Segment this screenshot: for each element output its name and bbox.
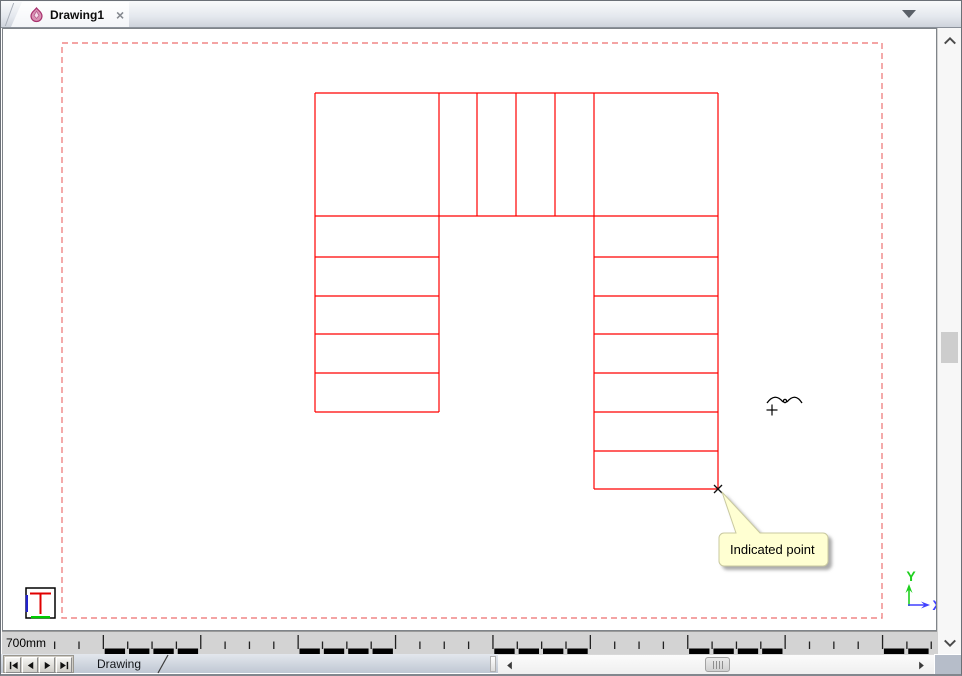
sheet-nav-next-button[interactable] <box>39 657 55 673</box>
x-axis-label: X <box>932 597 936 613</box>
tooltip-text: Indicated point <box>730 542 815 557</box>
scroll-up-icon[interactable] <box>941 33 959 47</box>
sheet-tab-label: Drawing <box>97 657 141 671</box>
sheet-nav-prev-button[interactable] <box>22 657 38 673</box>
y-axis-label: Y <box>906 568 916 584</box>
tab-drawing1[interactable]: Drawing1 × <box>11 2 129 27</box>
document-icon <box>29 7 44 23</box>
cursor-crosshair <box>767 397 803 415</box>
tab-strip-divider <box>5 3 14 26</box>
sheet-tab-drawing[interactable]: Drawing <box>71 654 167 674</box>
origin-symbol <box>26 588 55 618</box>
sheet-nav-group <box>3 655 74 673</box>
drawing-canvas[interactable]: Indicated point Y X <box>2 28 937 631</box>
tab-label: Drawing1 <box>50 8 104 22</box>
vertical-scrollbar[interactable] <box>937 28 961 654</box>
axis-indicator: Y X <box>906 568 937 613</box>
horizontal-scrollbar[interactable] <box>498 654 934 674</box>
tab-list-dropdown-icon[interactable] <box>902 10 916 18</box>
scale-ruler: 700mm <box>2 631 937 654</box>
close-tab-icon[interactable]: × <box>116 9 124 21</box>
tab-scroll-splitter[interactable] <box>490 656 496 672</box>
sheet-tab-slant <box>157 654 169 674</box>
ruler-ticks <box>2 632 937 654</box>
scroll-down-icon[interactable] <box>941 636 959 650</box>
hscroll-left-icon[interactable] <box>502 658 516 672</box>
horizontal-scrollbar-thumb[interactable] <box>705 657 730 672</box>
app-window: Drawing1 × Indicated poi <box>0 0 962 676</box>
document-tabbar: Drawing1 × <box>1 1 961 28</box>
point-tooltip: Indicated point <box>719 492 828 566</box>
hscroll-right-icon[interactable] <box>914 658 928 672</box>
vertical-scrollbar-thumb[interactable] <box>941 332 958 363</box>
scrollbar-corner <box>934 654 961 674</box>
sheet-nav-first-button[interactable] <box>5 657 21 673</box>
sheet-bar: Drawing <box>1 654 961 674</box>
stair-drawing[interactable] <box>315 93 718 489</box>
sheet-nav-last-button[interactable] <box>56 657 72 673</box>
